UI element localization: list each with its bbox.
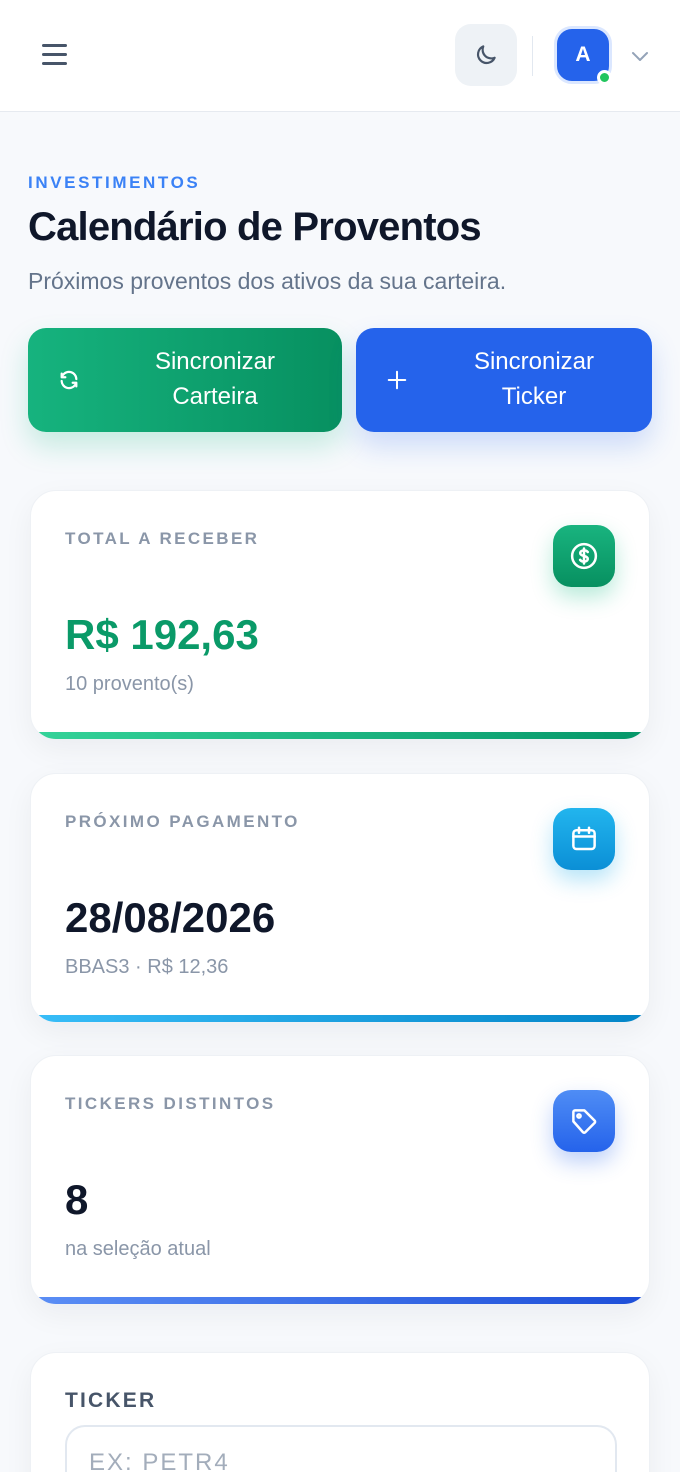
ticker-filter-label: TICKER xyxy=(65,1389,157,1412)
total-receivable-value: R$ 192,63 xyxy=(65,611,259,658)
next-payment-detail: BBAS3 · R$ 12,36 xyxy=(65,956,229,978)
ticker-input[interactable] xyxy=(65,1425,617,1472)
next-payment-date: 28/08/2026 xyxy=(65,894,276,941)
next-payment-card: PRÓXIMO PAGAMENTO 28/08/2026 BBAS3 · R$ … xyxy=(30,773,650,1023)
header-divider xyxy=(532,36,533,76)
card-accent-bar xyxy=(31,732,649,739)
card-accent-bar xyxy=(31,1297,649,1304)
refresh-icon xyxy=(60,370,78,390)
page-title: Calendário de Proventos xyxy=(28,205,482,249)
sync-ticker-label-line1: Sincronizar xyxy=(473,348,595,375)
sync-portfolio-label-line1: Sincronizar xyxy=(154,348,276,375)
ticker-filter-card: TICKER xyxy=(30,1352,650,1472)
card-accent-bar xyxy=(31,1015,649,1022)
chevron-down-icon[interactable] xyxy=(629,48,651,64)
sync-ticker-label-line2: Ticker xyxy=(501,383,567,410)
distinct-tickers-sub: na seleção atual xyxy=(65,1238,211,1260)
sync-portfolio-label-line2: Carteira xyxy=(172,383,258,410)
sync-portfolio-button[interactable]: Sincronizar Carteira xyxy=(28,328,342,432)
total-receivable-label: TOTAL A RECEBER xyxy=(65,529,260,548)
page-subtitle: Próximos proventos dos ativos da sua car… xyxy=(28,268,507,294)
total-receivable-card: TOTAL A RECEBER R$ 192,63 10 provento(s) xyxy=(30,490,650,740)
calendar-icon xyxy=(553,808,615,870)
distinct-tickers-card: TICKERS DISTINTOS 8 na seleção atual xyxy=(30,1055,650,1305)
dollar-circle-icon xyxy=(553,525,615,587)
sync-ticker-button[interactable]: Sincronizar Ticker xyxy=(356,328,652,432)
next-payment-label: PRÓXIMO PAGAMENTO xyxy=(65,812,300,831)
tag-icon xyxy=(553,1090,615,1152)
theme-toggle-button[interactable] xyxy=(455,24,517,86)
moon-icon xyxy=(476,45,496,65)
distinct-tickers-label: TICKERS DISTINTOS xyxy=(65,1094,276,1113)
distinct-tickers-value: 8 xyxy=(65,1176,89,1223)
avatar-initial: A xyxy=(575,43,591,66)
total-receivable-count: 10 provento(s) xyxy=(65,673,194,695)
plus-icon xyxy=(387,370,407,390)
top-bar: A xyxy=(0,0,680,112)
section-eyebrow: INVESTIMENTOS xyxy=(28,173,201,192)
hamburger-menu-icon[interactable] xyxy=(40,42,70,68)
online-status-dot xyxy=(597,70,612,85)
